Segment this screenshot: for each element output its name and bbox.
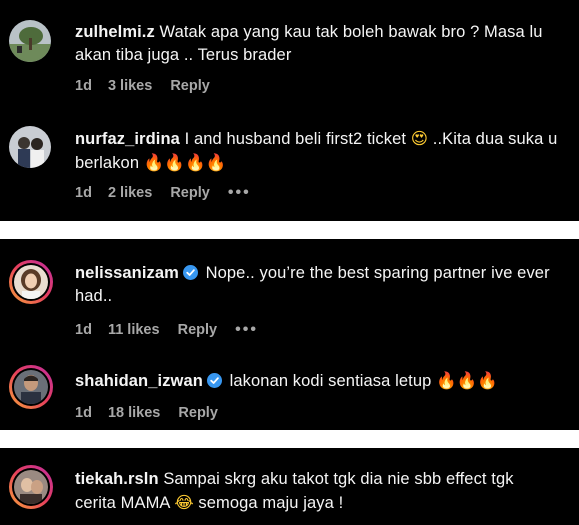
- avatar[interactable]: [9, 20, 51, 62]
- avatar[interactable]: [9, 465, 53, 509]
- heart-eyes-emoji: 😍: [410, 129, 429, 148]
- comment-body: lakonan kodi sentiasa letup: [229, 372, 432, 390]
- laughing-emoji: 😂: [174, 493, 194, 512]
- comment-meta: 1d 18 likes Reply: [75, 405, 232, 421]
- comment-username[interactable]: shahidan_izwan: [75, 372, 203, 390]
- more-options-icon[interactable]: •••: [235, 321, 258, 338]
- reply-button[interactable]: Reply: [178, 322, 218, 338]
- verified-badge-icon: [182, 264, 198, 280]
- comment-panel-2: nelissanizam Nope.. you’re the best spar…: [0, 239, 579, 430]
- fire-emoji: 🔥🔥🔥🔥: [143, 153, 227, 172]
- likes-count[interactable]: 2 likes: [108, 185, 152, 201]
- likes-count[interactable]: 11 likes: [108, 322, 160, 338]
- avatar[interactable]: [9, 126, 51, 168]
- comment-time: 1d: [75, 322, 92, 338]
- likes-count[interactable]: 3 likes: [108, 78, 152, 94]
- comment-text: nurfaz_irdina I and husband beli first2 …: [75, 127, 559, 175]
- comment-time: 1d: [75, 78, 92, 94]
- comment-panel-1: zulhelmi.z Watak apa yang kau tak boleh …: [0, 0, 579, 221]
- comment-text: zulhelmi.z Watak apa yang kau tak boleh …: [75, 21, 559, 67]
- comment-body-continued: semoga maju jaya !: [198, 494, 344, 512]
- comment-meta: 1d 2 likes Reply •••: [75, 184, 265, 202]
- comment-meta: 1d 11 likes Reply •••: [75, 321, 272, 339]
- comment-username[interactable]: nelissanizam: [75, 264, 179, 282]
- comment-time: 1d: [75, 405, 92, 421]
- comment-time: 1d: [75, 185, 92, 201]
- reply-button[interactable]: Reply: [178, 405, 218, 421]
- comment-text: tiekah.rsln Sampai skrg aku takot tgk di…: [75, 468, 559, 515]
- verified-badge-icon: [206, 372, 222, 388]
- comment-panel-3: tiekah.rsln Sampai skrg aku takot tgk di…: [0, 448, 579, 525]
- reply-button[interactable]: Reply: [170, 78, 210, 94]
- fire-emoji: 🔥🔥🔥: [436, 371, 499, 390]
- comment-username[interactable]: nurfaz_irdina: [75, 130, 180, 148]
- reply-button[interactable]: Reply: [170, 185, 210, 201]
- comment-username[interactable]: zulhelmi.z: [75, 23, 155, 41]
- avatar[interactable]: [9, 365, 53, 409]
- more-options-icon[interactable]: •••: [228, 184, 251, 201]
- likes-count[interactable]: 18 likes: [108, 405, 160, 421]
- comment-text: nelissanizam Nope.. you’re the best spar…: [75, 262, 559, 308]
- comment-body: I and husband beli first2 ticket: [184, 130, 407, 148]
- comment-username[interactable]: tiekah.rsln: [75, 470, 159, 488]
- comment-meta: 1d 3 likes Reply: [75, 78, 224, 94]
- comment-text: shahidan_izwan lakonan kodi sentiasa let…: [75, 369, 559, 393]
- avatar[interactable]: [9, 260, 53, 304]
